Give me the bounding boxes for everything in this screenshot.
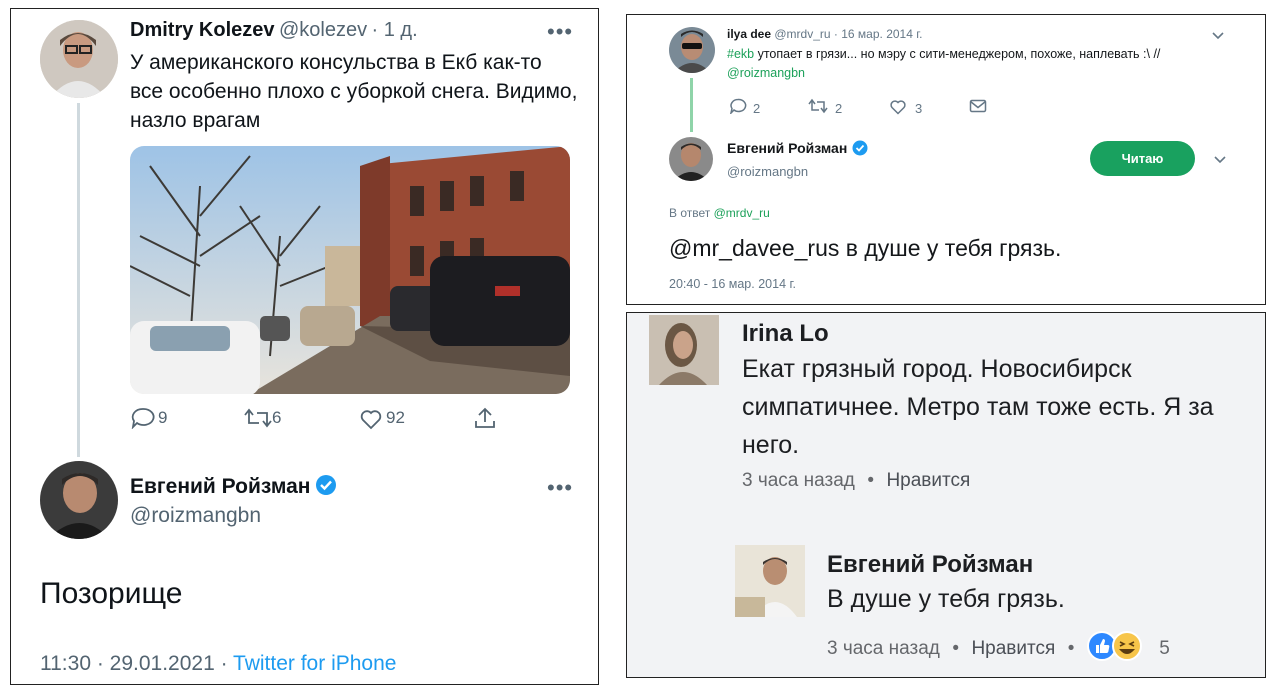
reactions-count: 5 xyxy=(1159,638,1170,659)
commenter-avatar[interactable] xyxy=(649,315,719,385)
reply-button[interactable] xyxy=(729,98,747,114)
tweet-header: Dmitry Kolezev @kolezev · 1 д. xyxy=(130,19,418,42)
heart-icon xyxy=(360,410,382,430)
reply-more-icon[interactable]: ••• xyxy=(547,475,573,501)
reply-text: В душе у тебя грязь. xyxy=(827,585,1065,613)
author-name[interactable]: Dmitry Kolezev xyxy=(130,19,275,41)
follow-button[interactable]: Читаю xyxy=(1090,141,1195,176)
avatar-photo xyxy=(40,20,118,98)
author-handle[interactable]: @kolezev xyxy=(279,19,367,41)
reply-meta: 3 часа назад • Нравится • 5 xyxy=(827,631,1170,661)
reply-meta: 11:30 · 29.01.2021 · Twitter for iPhone xyxy=(40,652,396,676)
avatar-photo xyxy=(735,545,805,617)
tweet-body: утопает в грязи... но мэру с сити-менедж… xyxy=(754,47,1161,61)
reply-author-name[interactable]: Евгений Ройзман xyxy=(130,475,310,498)
author-handle[interactable]: @mrdv_ru xyxy=(774,27,830,41)
reply-header: Евгений Ройзман xyxy=(130,474,337,499)
separator-dot: • xyxy=(952,638,959,659)
direct-message-button[interactable] xyxy=(969,99,987,113)
heart-icon xyxy=(890,100,906,115)
reply-author-avatar[interactable] xyxy=(669,137,713,181)
reply-author-avatar[interactable] xyxy=(735,545,805,617)
retweet-count: 2 xyxy=(835,101,843,116)
reply-like-button[interactable]: Нравится xyxy=(971,638,1055,659)
reply-chevron-down-icon[interactable] xyxy=(1213,155,1227,165)
reply-author-handle[interactable]: @roizmangbn xyxy=(727,164,808,179)
share-icon xyxy=(475,407,495,428)
retweet-button[interactable] xyxy=(807,98,829,114)
author-avatar[interactable] xyxy=(669,27,715,73)
like-count: 92 xyxy=(386,408,405,427)
reply-icon xyxy=(730,98,747,114)
mention-link[interactable]: @roizmangbn xyxy=(727,66,805,80)
comment-like-button[interactable]: Нравится xyxy=(886,470,970,491)
reactions-icon xyxy=(1086,631,1142,661)
avatar-photo xyxy=(669,27,715,73)
reply-icon xyxy=(131,408,155,429)
comment-text: Екат грязный город. Новосибирск симпатич… xyxy=(742,355,1214,459)
author-name[interactable]: ilya dee xyxy=(727,27,771,41)
hashtag-link[interactable]: #ekb xyxy=(727,47,754,61)
retweet-count: 6 xyxy=(272,408,282,427)
reply-text: @mr_davee_rus в душе у тебя грязь. xyxy=(669,235,1062,261)
avatar-photo xyxy=(649,315,719,385)
like-button[interactable] xyxy=(889,99,907,115)
reply-source[interactable]: Twitter for iPhone xyxy=(233,652,396,675)
chevron-down-icon[interactable] xyxy=(1211,31,1225,41)
reply-count: 2 xyxy=(753,101,761,116)
like-button[interactable] xyxy=(359,408,383,430)
separator-dot: • xyxy=(867,470,874,491)
like-count: 3 xyxy=(915,101,923,116)
author-avatar[interactable] xyxy=(40,20,118,98)
reply-author-name[interactable]: Евгений Ройзман xyxy=(727,140,847,156)
reply-time[interactable]: 3 часа назад xyxy=(827,638,940,659)
avatar-photo xyxy=(40,461,118,539)
envelope-icon xyxy=(969,99,987,113)
tweet-photo[interactable] xyxy=(130,146,570,394)
left-tweet-screenshot: Dmitry Kolezev @kolezev · 1 д. ••• У аме… xyxy=(10,8,599,685)
tweet-text: #ekb утопает в грязи... но мэру с сити-м… xyxy=(727,47,1160,61)
tweet-date[interactable]: · 16 мар. 2014 г. xyxy=(834,27,923,41)
reply-author-handle[interactable]: @roizmangbn xyxy=(130,504,261,528)
top-right-tweet-screenshot: ilya dee @mrdv_ru · 16 мар. 2014 г. #ekb… xyxy=(626,14,1266,305)
reply-text: Позорище xyxy=(40,577,183,610)
thread-line xyxy=(77,103,80,457)
reply-timestamp[interactable]: 11:30 · 29.01.2021 · xyxy=(40,652,233,675)
separator-dot: • xyxy=(1067,638,1075,659)
commenter-name[interactable]: Irina Lo xyxy=(742,320,829,348)
retweet-icon xyxy=(244,408,272,428)
reply-count: 9 xyxy=(158,408,168,427)
in-reply-prefix: В ответ xyxy=(669,206,714,220)
reply-button[interactable] xyxy=(131,407,155,429)
retweet-icon xyxy=(808,98,828,114)
tweet-header: ilya dee @mrdv_ru · 16 мар. 2014 г. xyxy=(727,27,922,41)
bottom-right-comment-screenshot: Irina Lo Екат грязный город. Новосибирск… xyxy=(626,312,1266,678)
verified-badge-icon xyxy=(852,140,868,156)
reply-author-name[interactable]: Евгений Ройзман xyxy=(827,551,1033,579)
verified-badge-icon xyxy=(315,474,337,496)
tweet-text: У американского консульства в Екб как-то… xyxy=(130,51,578,132)
avatar-photo xyxy=(669,137,713,181)
in-reply-to-link[interactable]: @mrdv_ru xyxy=(714,206,770,220)
in-reply-to: В ответ @mrdv_ru xyxy=(669,206,770,220)
reactions[interactable] xyxy=(1086,631,1151,661)
share-button[interactable] xyxy=(473,406,497,430)
thread-line xyxy=(690,78,693,132)
more-icon[interactable]: ••• xyxy=(547,19,573,45)
retweet-button[interactable] xyxy=(243,407,273,429)
reply-author-avatar[interactable] xyxy=(40,461,118,539)
street-photo xyxy=(130,146,570,394)
reply-header: Евгений Ройзман xyxy=(727,140,868,158)
reply-timestamp[interactable]: 20:40 - 16 мар. 2014 г. xyxy=(669,277,796,291)
comment-meta: 3 часа назад • Нравится xyxy=(742,470,970,492)
comment-time[interactable]: 3 часа назад xyxy=(742,470,855,491)
tweet-time[interactable]: · 1 д. xyxy=(372,19,418,41)
